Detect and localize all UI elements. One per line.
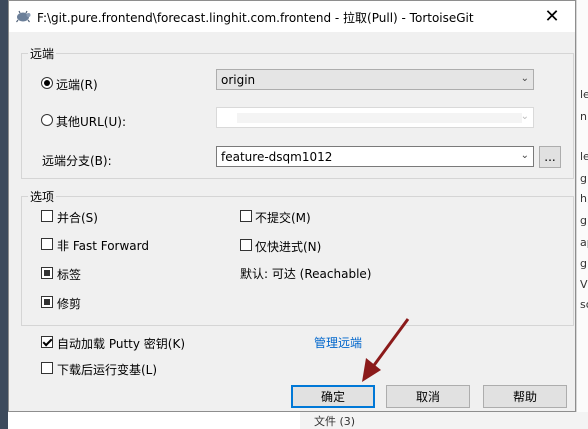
arrow-shaft xyxy=(370,318,410,369)
annotation-arrow xyxy=(362,318,410,382)
